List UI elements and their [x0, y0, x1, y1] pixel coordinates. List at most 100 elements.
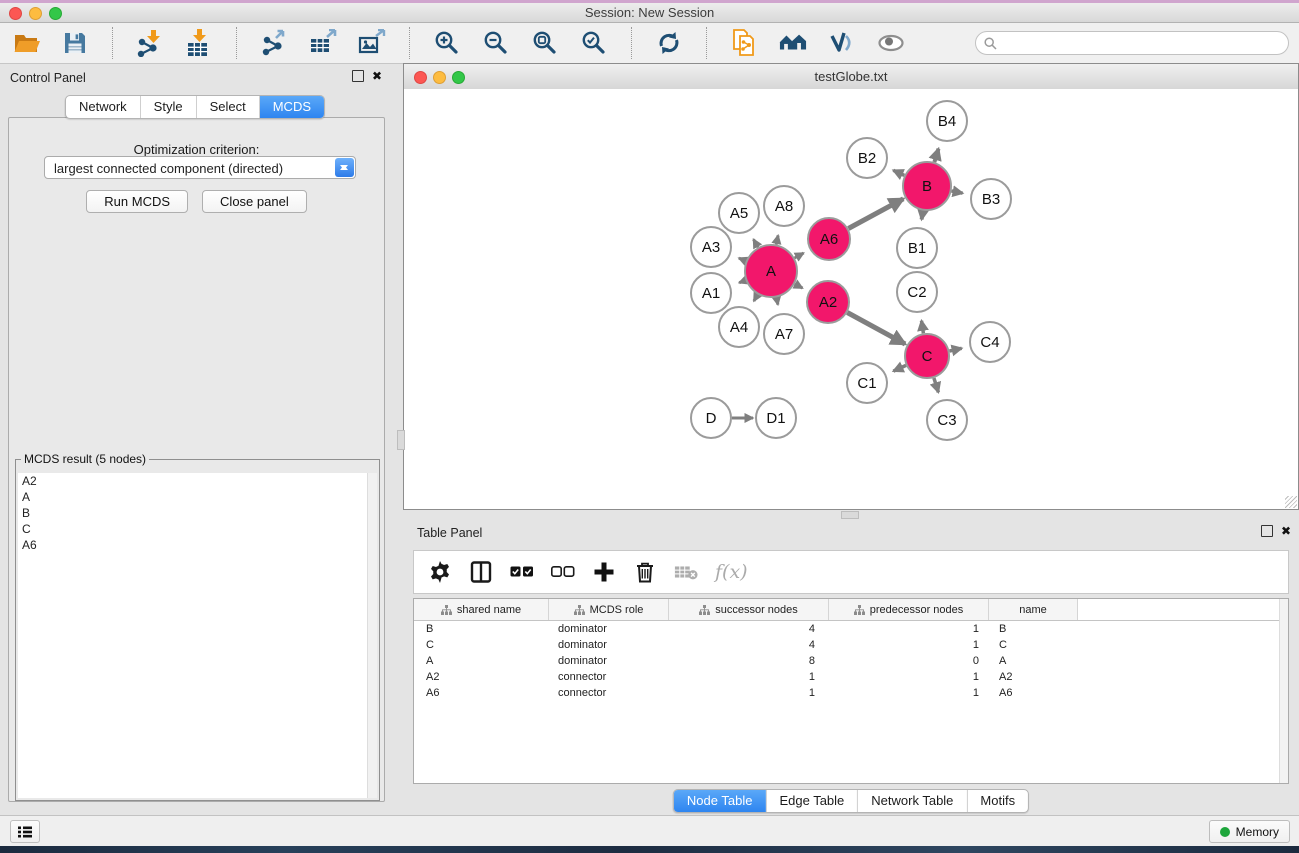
graph-edge-B-B2[interactable] [893, 170, 904, 175]
graph-node-D[interactable]: D [691, 398, 731, 438]
table-scrollbar[interactable] [1279, 599, 1288, 783]
import-network-icon[interactable] [136, 29, 164, 57]
graph-node-C2[interactable]: C2 [897, 272, 937, 312]
graph-node-A3[interactable]: A3 [691, 227, 731, 267]
close-panel-button[interactable]: Close panel [202, 190, 307, 213]
delete-columns-trash-icon[interactable] [633, 560, 657, 584]
memory-button[interactable]: Memory [1209, 820, 1290, 843]
zoom-out-icon[interactable] [482, 29, 510, 57]
table-row[interactable]: Cdominator41C [414, 637, 1288, 653]
vertical-divider-grip[interactable] [397, 430, 405, 450]
graph-node-C[interactable]: C [905, 334, 949, 378]
graph-node-B[interactable]: B [903, 162, 951, 210]
tab-edge-table[interactable]: Edge Table [765, 790, 857, 812]
mcds-result-item[interactable]: A [18, 489, 377, 505]
toggle-graphics-details-icon[interactable] [828, 29, 856, 57]
column-header-mcds-role[interactable]: MCDS role [549, 599, 669, 620]
import-table-icon[interactable] [185, 29, 213, 57]
graph-edge-A-A4[interactable] [754, 294, 758, 301]
zoom-selected-icon[interactable] [580, 29, 608, 57]
settings-gear-icon[interactable] [428, 560, 452, 584]
column-header-name[interactable]: name [989, 599, 1078, 620]
graph-edge-C-C2[interactable] [922, 321, 924, 334]
graph-node-A4[interactable]: A4 [719, 307, 759, 347]
refresh-icon[interactable] [655, 29, 683, 57]
tab-node-table[interactable]: Node Table [674, 790, 766, 812]
network-canvas[interactable]: B4 B2 B B3 A8A5 A6 A3 B1 A A1 C2 A2 A4A7 C4 C C1 D D1 C3 [404, 89, 1298, 509]
graph-edge-B-B1[interactable] [922, 211, 923, 220]
export-image-icon[interactable] [358, 29, 386, 57]
criterion-dropdown[interactable]: largest connected component (directed) [44, 156, 356, 179]
graph-edge-C-C4[interactable] [950, 348, 962, 351]
tab-style[interactable]: Style [140, 96, 196, 118]
graph-edge-B-B3[interactable] [952, 191, 963, 193]
duplicate-network-icon[interactable] [730, 29, 758, 57]
close-panel-icon[interactable]: ✖ [372, 71, 382, 81]
graph-edge-B-B4[interactable] [934, 149, 938, 162]
graph-edge-A-A8[interactable] [776, 235, 778, 244]
tab-network[interactable]: Network [66, 96, 140, 118]
create-column-icon[interactable] [592, 560, 616, 584]
column-header-shared-name[interactable]: shared name [414, 599, 549, 620]
run-mcds-button[interactable]: Run MCDS [86, 190, 188, 213]
table-row[interactable]: Bdominator41B [414, 621, 1288, 637]
graph-edge-A6-B[interactable] [848, 199, 903, 229]
graph-edge-A-A5[interactable] [754, 239, 759, 247]
tab-select[interactable]: Select [196, 96, 259, 118]
eye-icon[interactable] [877, 29, 905, 57]
column-header-successor-nodes[interactable]: successor nodes [669, 599, 829, 620]
graph-edge-C-C1[interactable] [893, 365, 906, 371]
mcds-result-list[interactable]: A2ABCA6 [18, 473, 377, 798]
table-row[interactable]: A2connector11A2 [414, 669, 1288, 685]
graph-node-C1[interactable]: C1 [847, 363, 887, 403]
search-box[interactable] [975, 31, 1289, 55]
task-history-button[interactable] [10, 820, 40, 843]
table-row[interactable]: Adominator80A [414, 653, 1288, 669]
zoom-in-icon[interactable] [433, 29, 461, 57]
graph-node-B4[interactable]: B4 [927, 101, 967, 141]
show-columns-icon[interactable] [469, 560, 493, 584]
graph-node-C4[interactable]: C4 [970, 322, 1010, 362]
graph-node-B1[interactable]: B1 [897, 228, 937, 268]
close-table-panel-icon[interactable]: ✖ [1281, 526, 1291, 536]
mcds-result-item[interactable]: A2 [18, 473, 377, 489]
graph-node-A6[interactable]: A6 [808, 218, 850, 260]
float-panel-icon[interactable] [352, 70, 364, 82]
tab-motifs[interactable]: Motifs [966, 790, 1028, 812]
graph-node-A8[interactable]: A8 [764, 186, 804, 226]
graph-node-A1[interactable]: A1 [691, 273, 731, 313]
export-table-icon[interactable] [309, 29, 337, 57]
graph-node-A5[interactable]: A5 [719, 193, 759, 233]
table-row[interactable]: A6connector11A6 [414, 685, 1288, 701]
graph-edge-A-A3[interactable] [739, 258, 746, 261]
save-icon[interactable] [61, 29, 89, 57]
zoom-fit-icon[interactable] [531, 29, 559, 57]
mcds-result-item[interactable]: B [18, 505, 377, 521]
export-network-icon[interactable] [260, 29, 288, 57]
network-window-titlebar[interactable]: testGlobe.txt [404, 64, 1298, 90]
tab-mcds[interactable]: MCDS [259, 96, 324, 118]
graph-node-A7[interactable]: A7 [764, 314, 804, 354]
graph-node-A2[interactable]: A2 [807, 281, 849, 323]
mcds-result-item[interactable]: C [18, 521, 377, 537]
graph-edge-A-A6[interactable] [795, 253, 804, 258]
graph-node-A[interactable]: A [745, 245, 797, 297]
window-resize-grip[interactable] [1285, 496, 1297, 508]
graph-edge-A-A2[interactable] [795, 284, 803, 288]
graph-node-D1[interactable]: D1 [756, 398, 796, 438]
graph-edge-C-C3[interactable] [934, 378, 939, 392]
open-file-icon[interactable] [12, 29, 40, 57]
graph-edge-A-A7[interactable] [777, 297, 778, 304]
home-icon[interactable] [779, 29, 807, 57]
graph-node-B2[interactable]: B2 [847, 138, 887, 178]
search-input[interactable] [1002, 35, 1280, 51]
tab-network-table[interactable]: Network Table [857, 790, 966, 812]
mcds-result-item[interactable]: A6 [18, 537, 377, 553]
network-graph[interactable]: B4 B2 B B3 A8A5 A6 A3 B1 A A1 C2 A2 A4A7 C4 C C1 D D1 C3 [404, 89, 1298, 509]
column-header-predecessor-nodes[interactable]: predecessor nodes [829, 599, 989, 620]
graph-node-B3[interactable]: B3 [971, 179, 1011, 219]
graph-edge-A-A1[interactable] [739, 280, 746, 282]
graph-node-C3[interactable]: C3 [927, 400, 967, 440]
select-all-columns-icon[interactable] [510, 560, 534, 584]
graph-edge-A2-C[interactable] [847, 313, 905, 345]
